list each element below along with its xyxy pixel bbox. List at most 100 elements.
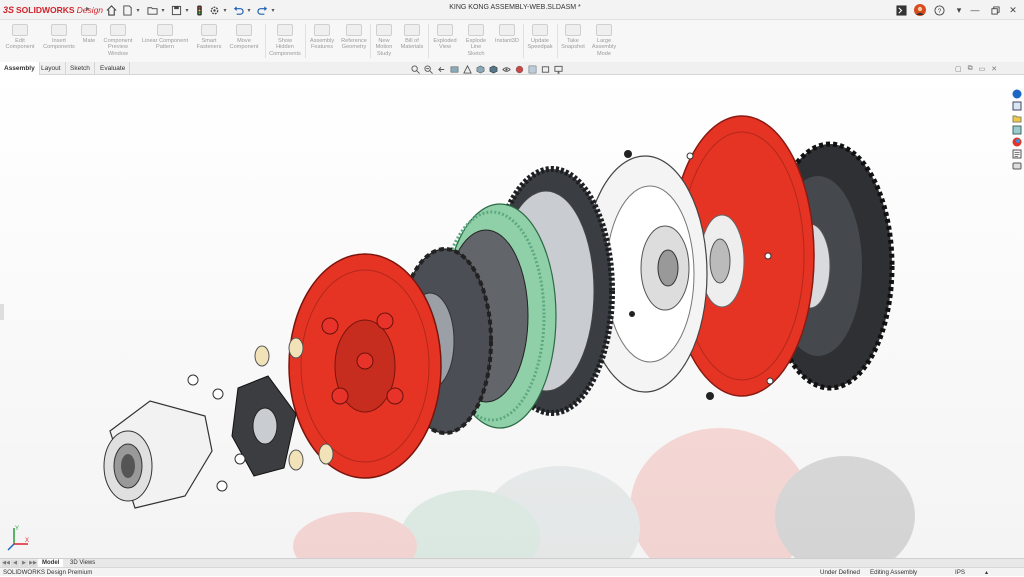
explode-line-sketch-button[interactable]: Explode Line Sketch (461, 20, 491, 62)
explode-line-label: Explode Line Sketch (465, 38, 487, 57)
custom-properties-icon[interactable] (1011, 148, 1022, 159)
view-palette-icon[interactable] (1011, 124, 1022, 135)
options-icon[interactable] (207, 2, 221, 18)
redo-dropdown-icon[interactable]: ▾ (269, 2, 277, 18)
appearances-icon[interactable] (1011, 136, 1022, 147)
section-view-icon[interactable] (449, 64, 459, 74)
last-tab-arrow-icon[interactable]: ▶▶ (29, 560, 37, 567)
exploded-view-icon (437, 24, 453, 36)
edit-component-button[interactable]: Edit Component (2, 20, 38, 62)
status-bar: SOLIDWORKS Design Premium Under Defined … (0, 567, 1024, 576)
model-tabs-bar: ◀◀ ◀ ▶ ▶▶ Model 3D Views (0, 558, 1024, 568)
exploded-view-label: Exploded View (433, 38, 457, 51)
traffic-light-icon[interactable] (193, 2, 205, 18)
solidworks-forum-icon[interactable] (1011, 160, 1022, 171)
undo-dropdown-icon[interactable]: ▾ (245, 2, 253, 18)
linear-pattern-icon (157, 24, 173, 36)
design-library-icon[interactable] (1011, 100, 1022, 111)
tile-icon[interactable]: ⧉ (968, 65, 973, 73)
document-title: KING KONG ASSEMBLY-WEB.SLDASM * (449, 4, 581, 11)
user-avatar[interactable] (911, 2, 929, 18)
view-settings-icon[interactable] (540, 64, 550, 74)
help-icon[interactable]: ? (930, 2, 948, 18)
viewport-controls: ▢ ⧉ ▭ ✕ (955, 65, 997, 73)
feature-manager-expand-tab[interactable] (0, 304, 4, 320)
spring-plate[interactable] (288, 253, 442, 479)
ds-logo-mark: 3S (3, 5, 15, 15)
release-bearing[interactable] (103, 400, 213, 509)
instant3d-label: Instant3D (495, 38, 519, 44)
hide-show-icon[interactable] (501, 64, 511, 74)
options-dropdown-icon[interactable]: ▾ (221, 2, 229, 18)
insert-components-button[interactable]: Insert Components (40, 20, 78, 62)
first-tab-arrow-icon[interactable]: ◀◀ (2, 560, 10, 567)
linear-component-pattern-button[interactable]: Linear Component Pattern (137, 20, 193, 62)
task-pane (1011, 88, 1023, 171)
display-monitor-icon[interactable] (553, 64, 563, 74)
instant3d-button[interactable]: Instant3D (491, 20, 523, 62)
zoom-area-icon[interactable] (423, 64, 433, 74)
open-dropdown-icon[interactable]: ▾ (159, 2, 167, 18)
minimize-icon[interactable]: — (966, 2, 984, 18)
tab-assembly[interactable]: Assembly (0, 62, 40, 75)
large-assembly-mode-button[interactable]: Large Assembly Mode (588, 20, 620, 62)
redo-icon[interactable] (255, 2, 269, 18)
command-manager: Edit Component Insert Components Mate Co… (0, 20, 1024, 62)
restore-icon[interactable] (986, 2, 1004, 18)
linear-pattern-label: Linear Component Pattern (141, 38, 189, 51)
tab-evaluate[interactable]: Evaluate (96, 62, 131, 75)
mate-icon (81, 24, 97, 36)
restore-viewport-icon[interactable]: ▢ (955, 65, 962, 73)
move-component-button[interactable]: Move Component (225, 20, 263, 62)
component-preview-window-button[interactable]: Component Preview Window (100, 20, 136, 62)
update-speedpak-button[interactable]: Update Speedpak (524, 20, 556, 62)
prev-tab-arrow-icon[interactable]: ◀ (11, 560, 19, 567)
save-icon[interactable] (169, 2, 183, 18)
file-explorer-icon[interactable] (1011, 112, 1022, 123)
take-snapshot-button[interactable]: Take Snapshot (558, 20, 588, 62)
display-style-icon[interactable] (488, 64, 498, 74)
smart-fasteners-icon (201, 24, 217, 36)
exploded-clutch-assembly[interactable] (0, 76, 1024, 558)
previous-view-icon[interactable] (436, 64, 446, 74)
reference-triad[interactable]: Y X (6, 522, 32, 552)
minimize-viewport-icon[interactable]: ▭ (979, 65, 986, 73)
component-preview-icon (110, 24, 126, 36)
next-tab-arrow-icon[interactable]: ▶ (20, 560, 28, 567)
resources-icon[interactable] (1011, 88, 1022, 99)
home-icon[interactable] (104, 2, 118, 18)
close-icon[interactable]: ✕ (1004, 2, 1022, 18)
reference-geometry-button[interactable]: Reference Geometry (338, 20, 370, 62)
motion-study-icon (376, 24, 392, 36)
zoom-to-fit-icon[interactable] (410, 64, 420, 74)
undo-icon[interactable] (231, 2, 245, 18)
mate-button[interactable]: Mate (78, 20, 100, 62)
apply-scene-icon[interactable] (527, 64, 537, 74)
logo-menu-arrow-icon[interactable]: ▸ (86, 4, 90, 13)
smart-fasteners-button[interactable]: Smart Fasteners (193, 20, 225, 62)
command-search-icon[interactable] (892, 2, 910, 18)
graphics-viewport[interactable] (0, 76, 1024, 558)
open-icon[interactable] (145, 2, 159, 18)
move-component-icon (236, 24, 252, 36)
bill-of-materials-button[interactable]: Bill of Materials (397, 20, 427, 62)
exploded-view-button[interactable]: Exploded View (429, 20, 461, 62)
insert-components-label: Insert Components (43, 38, 75, 51)
new-dropdown-icon[interactable]: ▾ (134, 2, 142, 18)
show-hidden-components-button[interactable]: Show Hidden Components (266, 20, 304, 62)
speedpak-icon (532, 24, 548, 36)
edit-appearance-icon[interactable] (514, 64, 524, 74)
speedpak-label: Update Speedpak (527, 38, 553, 51)
tab-sketch[interactable]: Sketch (66, 62, 95, 75)
show-hidden-label: Show Hidden Components (269, 38, 301, 57)
close-viewport-icon[interactable]: ✕ (991, 65, 997, 73)
new-motion-study-button[interactable]: New Motion Study (371, 20, 397, 62)
new-document-icon[interactable] (120, 2, 134, 18)
dynamic-annotation-icon[interactable] (462, 64, 472, 74)
insert-components-icon (51, 24, 67, 36)
view-orientation-icon[interactable] (475, 64, 485, 74)
tab-layout[interactable]: Layout (37, 62, 66, 75)
save-dropdown-icon[interactable]: ▾ (183, 2, 191, 18)
smart-fasteners-label: Smart Fasteners (196, 38, 222, 51)
assembly-features-button[interactable]: Assembly Features (306, 20, 338, 62)
